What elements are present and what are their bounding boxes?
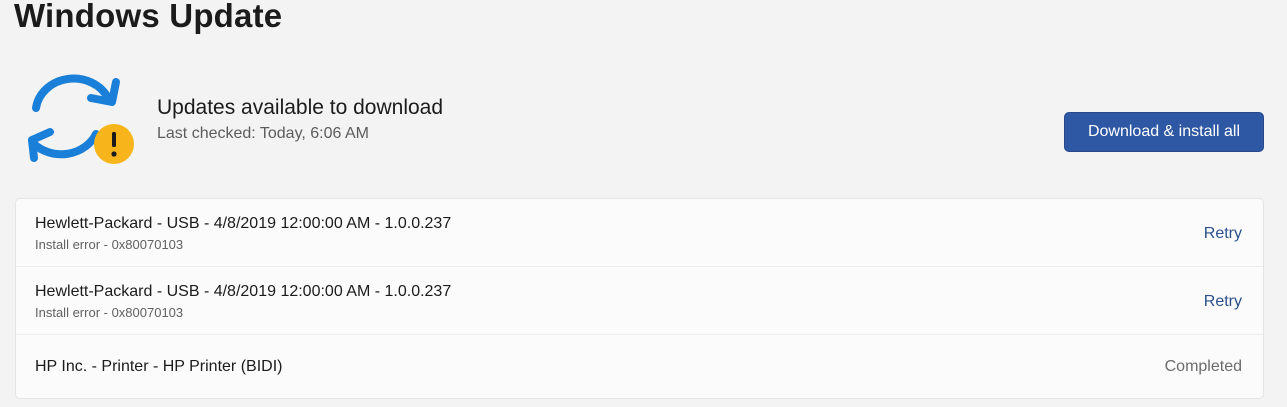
retry-button[interactable]: Retry [1204,224,1242,244]
update-title: Hewlett-Packard - USB - 4/8/2019 12:00:0… [35,215,452,232]
last-checked-text: Last checked: Today, 6:06 AM [157,125,369,142]
update-status-text: Install error - 0x80070103 [35,305,184,320]
update-title: HP Inc. - Printer - HP Printer (BIDI) [35,358,283,375]
retry-button[interactable]: Retry [1204,292,1242,312]
update-row: Hewlett-Packard - USB - 4/8/2019 12:00:0… [16,199,1263,267]
status-title: Updates available to download [157,96,444,119]
download-install-all-button[interactable]: Download & install all [1064,112,1264,152]
update-title: Hewlett-Packard - USB - 4/8/2019 12:00:0… [35,283,452,300]
update-list: Hewlett-Packard - USB - 4/8/2019 12:00:0… [15,198,1264,399]
completed-status: Completed [1164,358,1242,375]
update-row: Hewlett-Packard - USB - 4/8/2019 12:00:0… [16,267,1263,335]
sync-warning-icon [26,74,138,168]
page-title: Windows Update [14,0,283,34]
update-row: HP Inc. - Printer - HP Printer (BIDI) Co… [16,335,1263,398]
update-status: Updates available to download Last check… [157,94,443,145]
update-status-text: Install error - 0x80070103 [35,237,184,252]
